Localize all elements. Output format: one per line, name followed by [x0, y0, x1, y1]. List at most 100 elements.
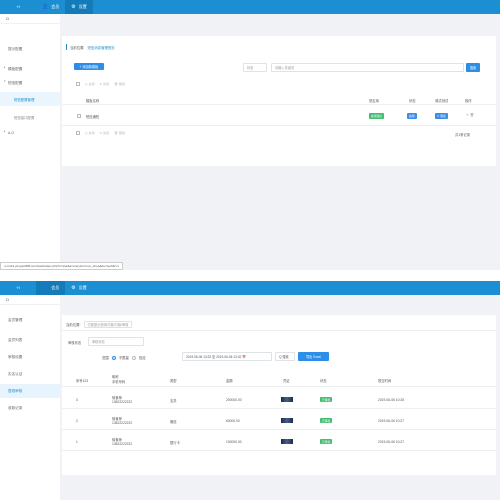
bulk-delete-label: 删除 [118, 82, 125, 86]
row-phone: 13622222222 [112, 421, 133, 425]
row-type: 微信 [170, 420, 177, 424]
sidebar-item-payment-records[interactable]: 收款记录 [0, 401, 60, 415]
col-header-amount: 金额 [226, 379, 233, 383]
add-template-button[interactable]: + 添加新模板 [74, 63, 104, 70]
breadcrumb-label: 当前位置: [66, 323, 81, 327]
top-bar: ·H 👤 会员 ⚙ 设置 [0, 0, 500, 14]
nav-settings-label: 设置 [78, 285, 87, 290]
col-header-nick-phone: 昵称 手机号码 [112, 375, 126, 384]
sidebar-item-template[interactable]: ▸ 模板配置 [0, 62, 60, 76]
divider [62, 125, 496, 126]
test-button[interactable]: ✎ 测试 [435, 113, 448, 119]
sidebar-item-withdraw-review[interactable]: 提现审核 [0, 384, 60, 398]
proof-thumbnail[interactable] [281, 418, 293, 424]
sidebar-item-member-manage[interactable]: 会员管理 [0, 313, 60, 327]
use-badge: 启用短信 [369, 113, 385, 119]
bulk-enable-button[interactable]: ◎ 启用 [85, 131, 95, 135]
row-phone: 13622222222 [112, 400, 133, 404]
screenshot-2: ·H 👤 会员 ⚙ 设置 Ω 会员管理 会员列表 审核设置 实名认证 提现审核 … [0, 281, 500, 500]
gear-icon: ⚙ [71, 285, 76, 291]
status-badge: 启用 [407, 113, 417, 119]
date-range-input[interactable]: 2019-06-06 13:32 至 2019-06-06 13:32 📅 [182, 352, 272, 361]
sidebar-item-label: 审核设置 [8, 354, 23, 359]
row-id: 2 [76, 419, 78, 423]
bulk-delete-button[interactable]: 🗑 删除 [114, 131, 125, 135]
row-type: 银行卡 [170, 441, 180, 445]
sidebar-item-label: 会员管理 [8, 317, 23, 322]
select-all-checkbox-bottom[interactable] [76, 131, 80, 135]
bullet-icon: ▸ [4, 65, 6, 69]
nav-settings[interactable]: ⚙ 设置 [65, 281, 92, 295]
bullet-icon: ▸ [4, 129, 6, 133]
gear-icon: ⚙ [71, 4, 76, 10]
row-status: 已审核 [320, 397, 333, 403]
search-input[interactable]: 请输入关键词 [271, 63, 464, 72]
user-icon: 👤 [42, 285, 49, 291]
radio-unlimited-label: 不限量 [118, 356, 129, 360]
content-card: 当前位置: 付款提示说明/付款/付款/审核 审核状态 审核状态 范围 不限量 指… [62, 315, 496, 475]
sidebar-item-label: 实名认证 [8, 371, 23, 376]
row-name: 短信通知 [86, 115, 100, 119]
nav-settings[interactable]: ⚙ 设置 [65, 0, 93, 14]
sidebar-item-sms[interactable]: ▾ 短信配置 [0, 76, 60, 90]
select-all-checkbox[interactable] [76, 82, 80, 86]
row-amount: 60000.00 [226, 419, 240, 423]
nav-members[interactable]: 👤 会员 [36, 281, 66, 295]
total-count: 共1条记录 [455, 133, 471, 137]
search-button[interactable]: 搜索 [466, 63, 480, 72]
export-excel-button[interactable]: 导出 Excel [298, 352, 329, 361]
proof-thumbnail[interactable] [281, 397, 293, 403]
breadcrumb-link[interactable]: 短信消息管理首页 [88, 45, 115, 50]
bulk-enable-label: 启用 [88, 82, 95, 86]
row-time: 2019-06-06 10:27 [378, 440, 405, 444]
col-header-proof: 凭证 [283, 379, 290, 383]
col-header-status: 状态 [320, 379, 327, 383]
bulk-disable-button[interactable]: ⊘ 禁用 [100, 82, 110, 86]
bulk-disable-button[interactable]: ⊘ 禁用 [100, 131, 110, 135]
radio-specified[interactable] [131, 355, 136, 360]
bulk-enable-button[interactable]: ◎ 启用 [85, 82, 95, 86]
nav-members-label: 会员 [51, 285, 60, 290]
delete-icon[interactable]: 🗑 [470, 113, 474, 117]
edit-icon[interactable]: ✎ [466, 113, 469, 117]
status-url: u.m114.yunyan008.com/web/index.php?c=sit… [0, 262, 123, 270]
sidebar-item-label: 模板配置 [8, 66, 23, 71]
radio-unlimited[interactable] [111, 355, 116, 360]
row-status: 已审核 [320, 439, 333, 445]
breadcrumb-label: 当前位置: [70, 45, 85, 50]
scope-label: 范围 [102, 356, 109, 360]
proof-thumbnail[interactable] [281, 439, 293, 445]
sidebar-item-prompt[interactable]: 提示配置 [0, 42, 60, 56]
sidebar-item-sms-manage[interactable]: 短信配置管理 [0, 92, 60, 106]
breadcrumb-link[interactable]: 付款提示说明/付款/付款/审核 [83, 321, 133, 328]
review-status-select[interactable]: 审核状态 [88, 337, 144, 346]
sidebar-item-label: A.O [8, 131, 15, 135]
sidebar-item-label: 短信配置管理 [14, 97, 35, 102]
divider [62, 330, 496, 331]
divider [62, 450, 496, 451]
row-phone: 13622222222 [112, 442, 133, 446]
sidebar-item-member-list[interactable]: 会员列表 [0, 333, 60, 347]
divider [62, 386, 496, 387]
bulk-delete-button[interactable]: 🗑 删除 [114, 82, 125, 86]
radio-specified-label: 指定 [138, 356, 146, 360]
user-icon: 👤 [42, 4, 49, 10]
sidebar-item-sms-api[interactable]: 短信接口配置 [0, 110, 60, 124]
bulk-enable-label: 启用 [88, 131, 95, 135]
sidebar-item-review-settings[interactable]: 审核设置 [0, 350, 60, 364]
content-card: 当前位置: 短信消息管理首页 + 添加新模板 状态 请输入关键词 搜索 ◎ 启用… [62, 36, 496, 166]
divider [62, 429, 496, 430]
main-content: 当前位置: 短信消息管理首页 + 添加新模板 状态 请输入关键词 搜索 ◎ 启用… [60, 14, 500, 270]
nav-members[interactable]: 👤 会员 [36, 0, 65, 14]
sidebar-item-realname[interactable]: 实名认证 [0, 367, 60, 381]
row-checkbox[interactable] [77, 114, 81, 118]
status-select[interactable]: 状态 [243, 63, 267, 72]
search-button[interactable]: Q 搜索 [275, 352, 295, 361]
row-actions: ✎ 🗑 [466, 113, 474, 117]
status-badge: 已审核 [320, 439, 333, 445]
sidebar: Ω 会员管理 会员列表 审核设置 实名认证 提现审核 收款记录 [0, 295, 60, 500]
sidebar-item-label: 短信配置 [8, 80, 23, 85]
col-header-type: 类型 [170, 379, 177, 383]
row-id: 1 [76, 440, 78, 444]
sidebar-item-ao[interactable]: ▸ A.O [0, 126, 60, 140]
